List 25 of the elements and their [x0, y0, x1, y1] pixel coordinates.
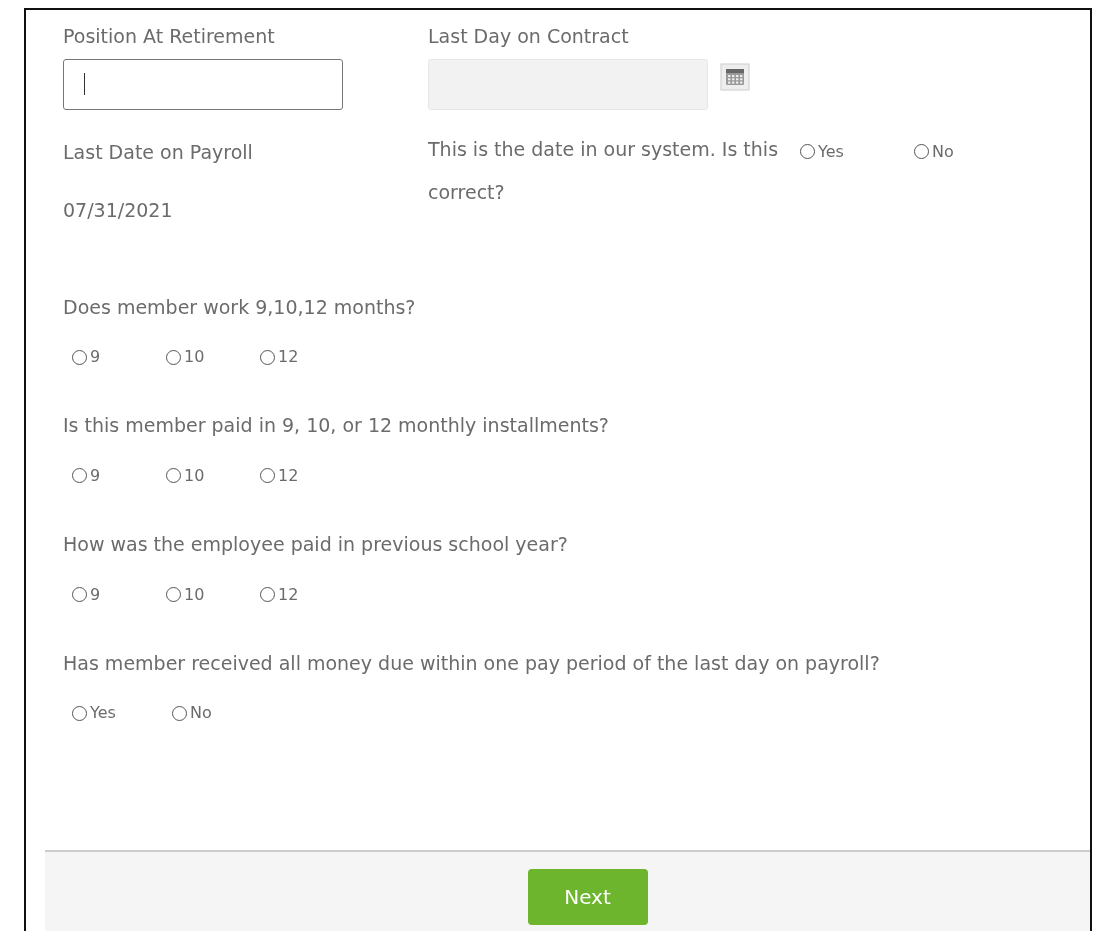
radio-label[interactable]: 12 — [278, 345, 299, 370]
radio-label[interactable]: 10 — [184, 582, 205, 607]
radio-label[interactable]: No — [190, 701, 212, 726]
radio-label[interactable]: 9 — [90, 463, 101, 488]
field-label: Last Date on Payroll — [63, 139, 254, 165]
payroll-date: 07/31/2021 — [63, 198, 174, 223]
question-text: Does member work 9,10,12 months? — [63, 294, 417, 320]
radio-label[interactable]: Yes — [90, 701, 116, 726]
radio-label[interactable]: 10 — [184, 345, 205, 370]
question-text: Has member received all money due within one pay period of the last day on payroll? — [63, 650, 881, 676]
calendar-icon[interactable] — [720, 62, 750, 91]
radio-label[interactable]: 9 — [90, 345, 101, 370]
confirm-question: This is the date in our system. Is this correct? — [428, 136, 780, 205]
radio-label[interactable]: Yes — [818, 139, 844, 164]
radio-label[interactable]: 12 — [278, 463, 299, 488]
field-label: Last Day on Contract — [428, 24, 630, 49]
radio-label[interactable]: 9 — [90, 582, 101, 607]
radio-label[interactable]: No — [932, 139, 954, 164]
input-field[interactable] — [63, 58, 343, 110]
radio-label[interactable]: 10 — [184, 463, 205, 488]
text-cursor — [84, 73, 85, 95]
question-text: How was the employee paid in previous school year? — [63, 531, 569, 557]
radio-label[interactable]: 12 — [278, 582, 299, 607]
field-label: Position At Retirement — [63, 24, 276, 49]
question-text: Is this member paid in 9, 10, or 12 monthly installments? — [63, 413, 610, 438]
